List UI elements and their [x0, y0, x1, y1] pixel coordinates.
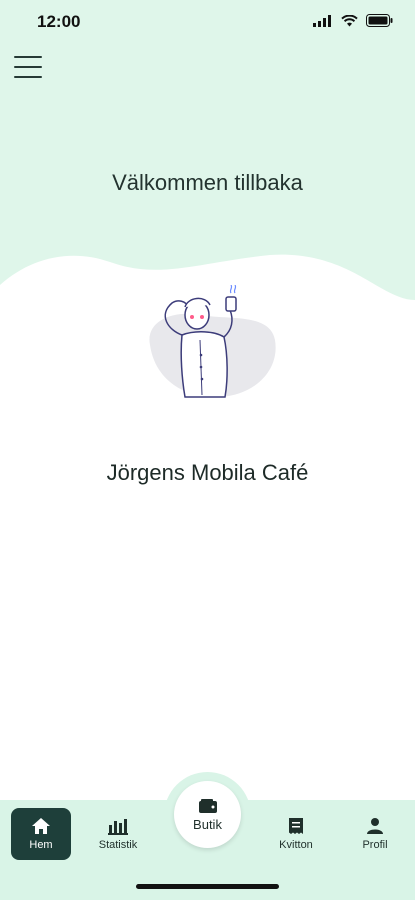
tab-butik-label: Butik — [193, 816, 222, 832]
status-icons — [313, 14, 393, 27]
home-icon — [32, 818, 50, 834]
bar-chart-icon — [108, 819, 128, 835]
tab-hem-label: Hem — [29, 839, 53, 851]
tab-kvitton[interactable]: Kvitton — [266, 808, 326, 860]
tab-statistik[interactable]: Statistik — [88, 808, 148, 860]
person-icon — [367, 818, 383, 834]
tab-profil-label: Profil — [362, 839, 388, 851]
wifi-icon — [341, 14, 358, 26]
receipt-icon — [289, 818, 303, 834]
tab-statistik-label: Statistik — [98, 839, 138, 851]
home-indicator[interactable] — [136, 884, 279, 889]
tab-hem[interactable]: Hem — [11, 808, 71, 860]
wallet-icon — [198, 798, 217, 813]
signal-icon — [313, 14, 331, 27]
tab-profil[interactable]: Profil — [345, 808, 405, 860]
battery-icon — [366, 14, 393, 27]
shop-name: Jörgens Mobila Café — [106, 460, 309, 485]
person-with-drink-illustration — [149, 285, 276, 398]
status-time: 12:00 — [37, 12, 81, 31]
menu-line-1 — [14, 56, 42, 58]
menu-line-3 — [14, 76, 42, 78]
menu-button[interactable] — [14, 56, 42, 78]
status-bar: 12:00 — [0, 0, 415, 46]
menu-line-2 — [14, 66, 42, 68]
tab-butik[interactable]: Butik — [174, 781, 241, 848]
tab-kvitton-label: Kvitton — [279, 839, 313, 851]
welcome-title: Välkommen tillbaka — [112, 170, 303, 195]
